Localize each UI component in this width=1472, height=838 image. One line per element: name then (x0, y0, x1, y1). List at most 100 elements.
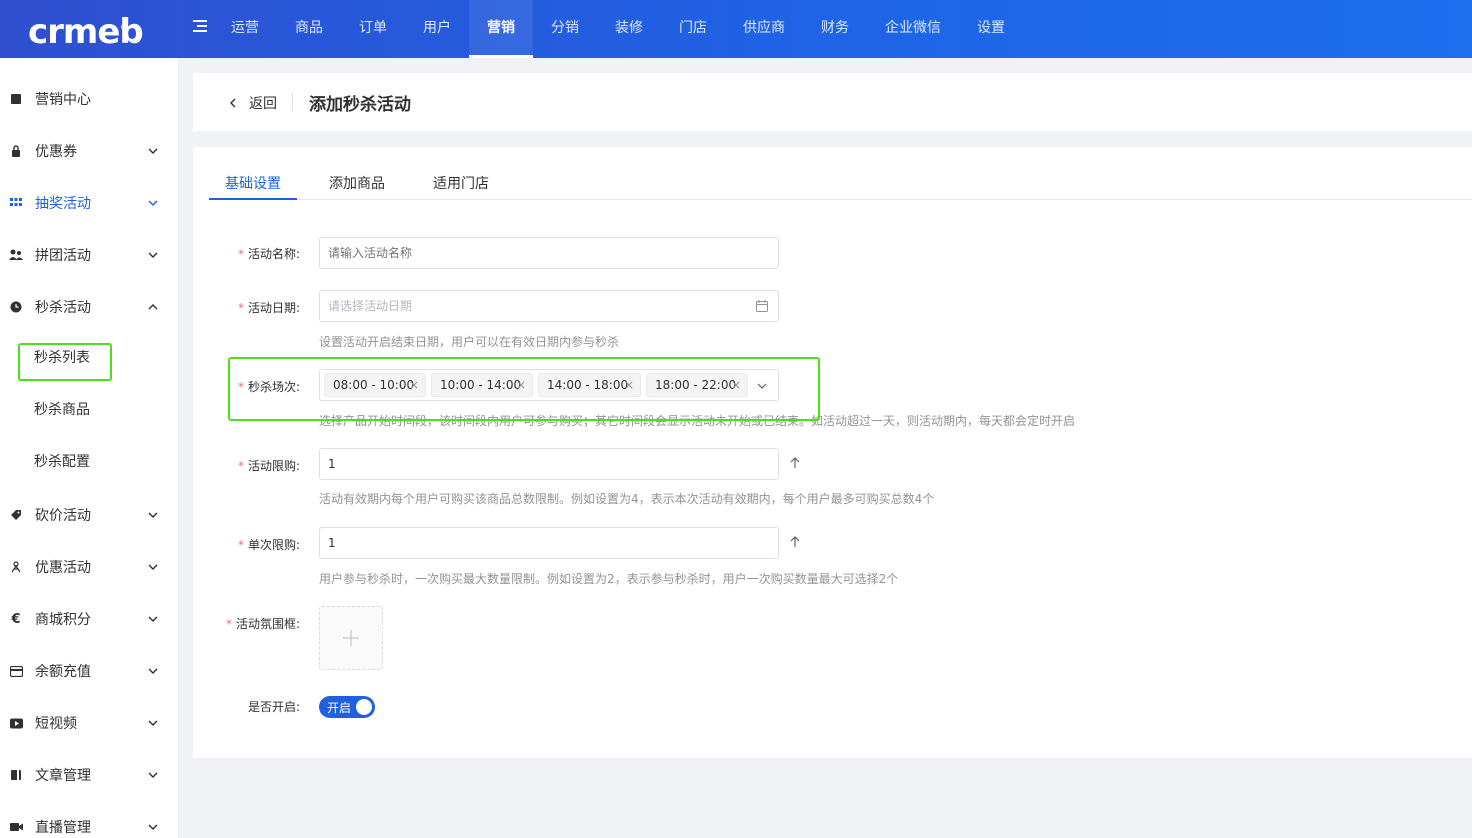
top-nav-item[interactable]: 企业微信 (867, 0, 959, 58)
chevron-down-icon (148, 200, 158, 206)
sidebar-item-label: 抽奖活动 (35, 196, 91, 212)
toggle-text: 开启 (327, 701, 352, 715)
sidebar-item-label: 直播管理 (35, 820, 91, 836)
activity-date-label: * 活动日期: (237, 301, 300, 315)
top-nav-item[interactable]: 运营 (213, 0, 277, 58)
camera-icon (9, 820, 23, 834)
activity-name-input[interactable] (319, 237, 779, 269)
euro-icon: € (11, 611, 21, 627)
sidebar-subitem-flash-sale-products[interactable]: 秒杀商品 (34, 392, 90, 428)
sidebar-item-label: 短视频 (35, 716, 77, 732)
back-label: 返回 (249, 96, 277, 112)
page-header: 返回 添加秒杀活动 (193, 73, 1472, 131)
chevron-down-icon (148, 720, 158, 726)
page-title: 添加秒杀活动 (309, 95, 411, 115)
sidebar-item-live[interactable]: 直播管理 (0, 807, 179, 838)
top-nav-item[interactable]: 商品 (277, 0, 341, 58)
top-nav-item-active[interactable]: 营销 (469, 0, 533, 58)
upload-button[interactable] (319, 606, 383, 670)
chevron-down-icon (148, 824, 158, 830)
sidebar-item-label: 商城积分 (35, 612, 91, 628)
arrow-up-icon[interactable] (788, 456, 802, 470)
lock-icon (9, 144, 23, 158)
total-limit-help: 活动有效期内每个用户可购买该商品总数限制。例如设置为4，表示本次活动有效期内，每… (319, 492, 935, 506)
gift-icon (9, 560, 23, 574)
top-nav: 运营 商品 订单 用户 营销 分销 装修 门店 供应商 财务 企业微信 设置 (213, 0, 1023, 58)
back-button[interactable]: 返回 (227, 93, 277, 113)
plus-icon (343, 630, 359, 646)
sidebar-item-label: 拼团活动 (35, 248, 91, 264)
chevron-down-icon (148, 512, 158, 518)
activity-date-picker[interactable]: 请选择活动日期 (319, 290, 779, 322)
arrow-up-icon[interactable] (788, 535, 802, 549)
sidebar-item-label: 文章管理 (35, 768, 91, 784)
chevron-down-icon (148, 616, 158, 622)
single-limit-help: 用户参与秒杀时，一次购买最大数量限制。例如设置为2，表示参与秒杀时，用户一次购买… (319, 572, 899, 586)
chevron-down-icon (148, 772, 158, 778)
card-icon (9, 664, 23, 678)
sidebar-item-label: 秒杀活动 (35, 300, 91, 316)
date-placeholder: 请选择活动日期 (328, 299, 413, 313)
tab-stores[interactable]: 适用门店 (433, 173, 489, 193)
sidebar-item-label: 余额充值 (35, 664, 91, 680)
chevron-down-icon (148, 252, 158, 258)
chevron-down-icon (148, 668, 158, 674)
sidebar-item-short-video[interactable]: 短视频 (0, 703, 179, 743)
total-limit-input[interactable]: 1 (319, 448, 779, 480)
sidebar-item-articles[interactable]: 文章管理 (0, 755, 179, 795)
sidebar-item-promotion[interactable]: 优惠活动 (0, 547, 179, 587)
sidebar-subitem-flash-sale-config[interactable]: 秒杀配置 (34, 444, 90, 480)
highlight-box (18, 343, 112, 381)
sidebar-item-lottery[interactable]: 抽奖活动 (0, 183, 179, 223)
grid-icon (9, 196, 23, 210)
activity-date-help: 设置活动开启结束日期，用户可以在有效日期内参与秒杀 (319, 335, 620, 349)
tag-icon (9, 508, 23, 522)
video-icon (9, 716, 23, 730)
single-limit-label: * 单次限购: (237, 538, 300, 552)
sidebar-item-recharge[interactable]: 余额充值 (0, 651, 179, 691)
sidebar-item-label: 优惠券 (35, 144, 77, 160)
activity-frame-label: * 活动氛围框: (225, 617, 300, 631)
top-bar: crmeb ® 运营 商品 订单 用户 营销 分销 装修 门店 供应商 财务 企业… (0, 0, 1472, 58)
tab-bar: 基础设置 添加商品 适用门店 (209, 167, 1472, 200)
tab-add-products[interactable]: 添加商品 (329, 173, 385, 193)
total-limit-label: * 活动限购: (237, 459, 300, 473)
top-nav-item[interactable]: 分销 (533, 0, 597, 58)
chevron-left-icon (230, 98, 236, 108)
top-nav-item[interactable]: 财务 (803, 0, 867, 58)
top-nav-item[interactable]: 设置 (959, 0, 1023, 58)
divider (292, 93, 293, 111)
article-icon (9, 768, 23, 782)
sidebar-item-label: 砍价活动 (35, 508, 91, 524)
group-icon (9, 248, 23, 262)
sidebar-item-flash-sale[interactable]: 秒杀活动 (0, 287, 179, 327)
single-limit-input[interactable]: 1 (319, 527, 779, 559)
sidebar-item-coupon[interactable]: 优惠券 (0, 131, 179, 171)
calendar-icon (756, 300, 768, 312)
top-nav-item[interactable]: 订单 (341, 0, 405, 58)
top-nav-item[interactable]: 装修 (597, 0, 661, 58)
top-nav-item[interactable]: 门店 (661, 0, 725, 58)
tab-active-indicator (209, 198, 297, 200)
chevron-down-icon (148, 148, 158, 154)
sidebar-item-marketing-center[interactable]: 营销中心 (0, 79, 179, 119)
toggle-knob (356, 699, 372, 715)
sidebar-item-label: 优惠活动 (35, 560, 91, 576)
top-nav-item[interactable]: 供应商 (725, 0, 803, 58)
clock-icon (9, 300, 23, 314)
highlight-box (228, 357, 820, 421)
chevron-up-icon (148, 304, 158, 310)
chevron-down-icon (148, 564, 158, 570)
sidebar-item-points[interactable]: € 商城积分 (0, 599, 179, 639)
activity-name-label: * 活动名称: (237, 247, 300, 261)
menu-toggle-icon[interactable] (193, 20, 209, 34)
top-nav-item[interactable]: 用户 (405, 0, 469, 58)
logo[interactable]: crmeb ® (28, 14, 144, 50)
book-icon (9, 92, 23, 106)
tab-basic-settings[interactable]: 基础设置 (225, 173, 281, 193)
enabled-label: 是否开启: (247, 700, 300, 714)
sidebar-item-group-buy[interactable]: 拼团活动 (0, 235, 179, 275)
sidebar-item-label: 营销中心 (35, 92, 91, 108)
enabled-toggle[interactable]: 开启 (319, 696, 375, 718)
sidebar-item-bargain[interactable]: 砍价活动 (0, 495, 179, 535)
